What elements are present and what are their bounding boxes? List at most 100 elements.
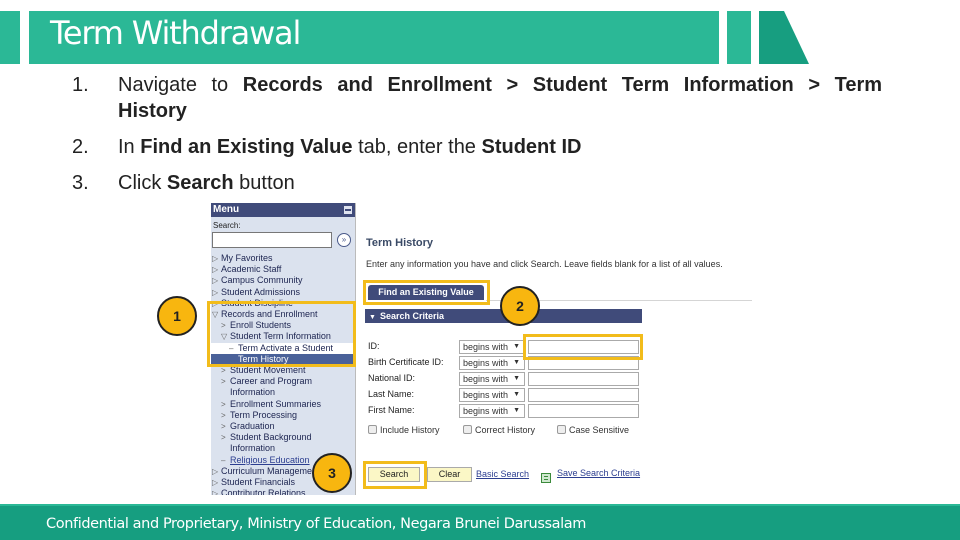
header-accent-trapezoid — [759, 11, 809, 64]
footer-text: Confidential and Proprietary, Ministry o… — [46, 516, 586, 532]
footer-bar: Confidential and Proprietary, Ministry o… — [0, 504, 960, 540]
highlight-id-field — [523, 334, 643, 360]
chevron-right-icon: > — [221, 377, 226, 387]
expand-arrow-icon: ▷ — [212, 287, 219, 297]
step-bold-text: Term — [834, 74, 883, 96]
dropdown-arrow-icon: ▼ — [513, 407, 520, 414]
menu-item-label: Information — [230, 443, 276, 454]
menu-item-label: My Favorites — [221, 253, 273, 263]
menu-item-label: Student Background — [230, 432, 312, 443]
step-badge-2: 2 — [500, 286, 540, 326]
menu-item-link[interactable]: Religious Education — [230, 455, 310, 465]
menu-item-student-background[interactable]: > Student Background — [211, 432, 355, 443]
menu-item-student-admissions[interactable]: ▷ Student Admissions — [211, 287, 355, 298]
step-text-line1: Navigate to Records and Enrollment > Stu… — [118, 72, 882, 98]
header-accent-bar — [0, 11, 20, 64]
highlight-search-button — [363, 461, 427, 489]
expand-arrow-icon: ▷ — [212, 489, 219, 495]
field-label: Last Name: — [368, 389, 415, 399]
checkbox-label: Case Sensitive — [569, 425, 630, 435]
search-criteria-label: Search Criteria — [379, 311, 444, 321]
menu-item-term-processing[interactable]: > Term Processing — [211, 410, 355, 421]
collapse-icon[interactable] — [344, 206, 352, 214]
step-badge-3: 3 — [312, 453, 352, 493]
last-name-input[interactable] — [528, 388, 639, 402]
checkbox-box[interactable] — [463, 425, 472, 434]
step-bold-text: Find an Existing Value — [140, 136, 353, 158]
menu-item-graduation[interactable]: > Graduation — [211, 421, 355, 432]
first-name-input[interactable] — [528, 404, 639, 418]
basic-search-link[interactable]: Basic Search — [476, 469, 529, 479]
checkbox-label: Correct History — [475, 425, 536, 435]
step-2: 2. In Find an Existing Value tab, enter … — [72, 134, 882, 160]
field-row-last-name: Last Name: begins with ▼ — [368, 388, 648, 402]
case-sensitive-checkbox[interactable]: Case Sensitive — [557, 425, 629, 435]
clear-button[interactable]: Clear — [427, 467, 472, 482]
checkbox-label: Include History — [380, 425, 440, 435]
menu-item-academic-staff[interactable]: ▷ Academic Staff — [211, 264, 355, 275]
step-3: 3. Click Search button — [72, 170, 882, 196]
step-separator: > — [793, 74, 835, 96]
step-bold-text: Student Term Information — [532, 74, 794, 96]
menu-item-my-favorites[interactable]: ▷ My Favorites — [211, 253, 355, 264]
operator-select[interactable]: begins with ▼ — [459, 340, 525, 354]
step-1: 1. Navigate to Records and Enrollment > … — [72, 72, 882, 124]
operator-select[interactable]: begins with ▼ — [459, 404, 525, 418]
national-id-input[interactable] — [528, 372, 639, 386]
step-bold-text: Student ID — [481, 136, 582, 158]
step-number: 1. — [72, 74, 89, 96]
step-text: tab, enter the — [352, 136, 482, 158]
checkbox-box[interactable] — [557, 425, 566, 434]
step-bold-text: Records and Enrollment — [242, 74, 492, 96]
dropdown-arrow-icon: ▼ — [513, 391, 520, 398]
save-icon[interactable] — [541, 473, 551, 483]
chevron-right-icon: > — [221, 433, 226, 443]
menu-header: Menu — [211, 203, 355, 217]
chevron-right-icon: > — [221, 399, 226, 409]
menu-search-input[interactable] — [212, 232, 332, 248]
include-history-checkbox[interactable]: Include History — [368, 425, 440, 435]
menu-item-label: Information — [230, 387, 276, 398]
menu-item-campus-community[interactable]: ▷ Campus Community — [211, 275, 355, 286]
menu-item-career-and-program-cont[interactable]: Information — [211, 387, 355, 398]
operator-select[interactable]: begins with ▼ — [459, 388, 525, 402]
step-text: button — [233, 172, 295, 194]
operator-value: begins with — [463, 390, 509, 400]
menu-item-label: Enrollment Summaries — [230, 398, 322, 409]
step-bold-text: History — [118, 100, 187, 122]
dropdown-arrow-icon: ▼ — [513, 375, 520, 382]
step-text: In — [118, 136, 141, 158]
expand-arrow-icon: ▷ — [212, 276, 219, 286]
highlight-find-tab — [363, 280, 490, 305]
menu-item-label: Academic Staff — [221, 264, 282, 275]
page-description: Enter any information you have and click… — [366, 259, 723, 269]
operator-select[interactable]: begins with ▼ — [459, 356, 525, 370]
search-go-icon[interactable]: » — [337, 233, 351, 247]
operator-value: begins with — [463, 406, 509, 416]
correct-history-checkbox[interactable]: Correct History — [463, 425, 535, 435]
chevron-right-icon: > — [221, 422, 226, 432]
chevron-right-icon: > — [221, 410, 226, 420]
step-separator: > — [491, 74, 533, 96]
menu-item-career-and-program[interactable]: > Career and Program — [211, 376, 355, 387]
menu-item-label: Contributor Relations — [221, 488, 306, 495]
expand-arrow-icon: ▷ — [212, 265, 219, 275]
menu-item-label: Campus Community — [221, 275, 303, 286]
expand-arrow-icon: ▷ — [212, 466, 219, 476]
step-number: 2. — [72, 136, 89, 158]
dropdown-arrow-icon: ▼ — [513, 359, 520, 366]
operator-select[interactable]: begins with ▼ — [459, 372, 525, 386]
highlight-menu-path — [207, 301, 356, 367]
collapse-triangle-icon: ▼ — [369, 314, 376, 321]
expand-arrow-icon: ▷ — [212, 254, 219, 263]
menu-item-enrollment-summaries[interactable]: > Enrollment Summaries — [211, 399, 355, 410]
menu-title: Menu — [213, 204, 240, 215]
operator-value: begins with — [463, 374, 509, 384]
field-label: National ID: — [368, 373, 416, 383]
field-label: ID: — [368, 341, 380, 351]
checkbox-box[interactable] — [368, 425, 377, 434]
menu-search-row: » — [211, 232, 355, 250]
menu-item-label: Student Admissions — [221, 286, 301, 297]
save-search-criteria-link[interactable]: Save Search Criteria — [557, 468, 640, 478]
operator-value: begins with — [463, 358, 509, 368]
